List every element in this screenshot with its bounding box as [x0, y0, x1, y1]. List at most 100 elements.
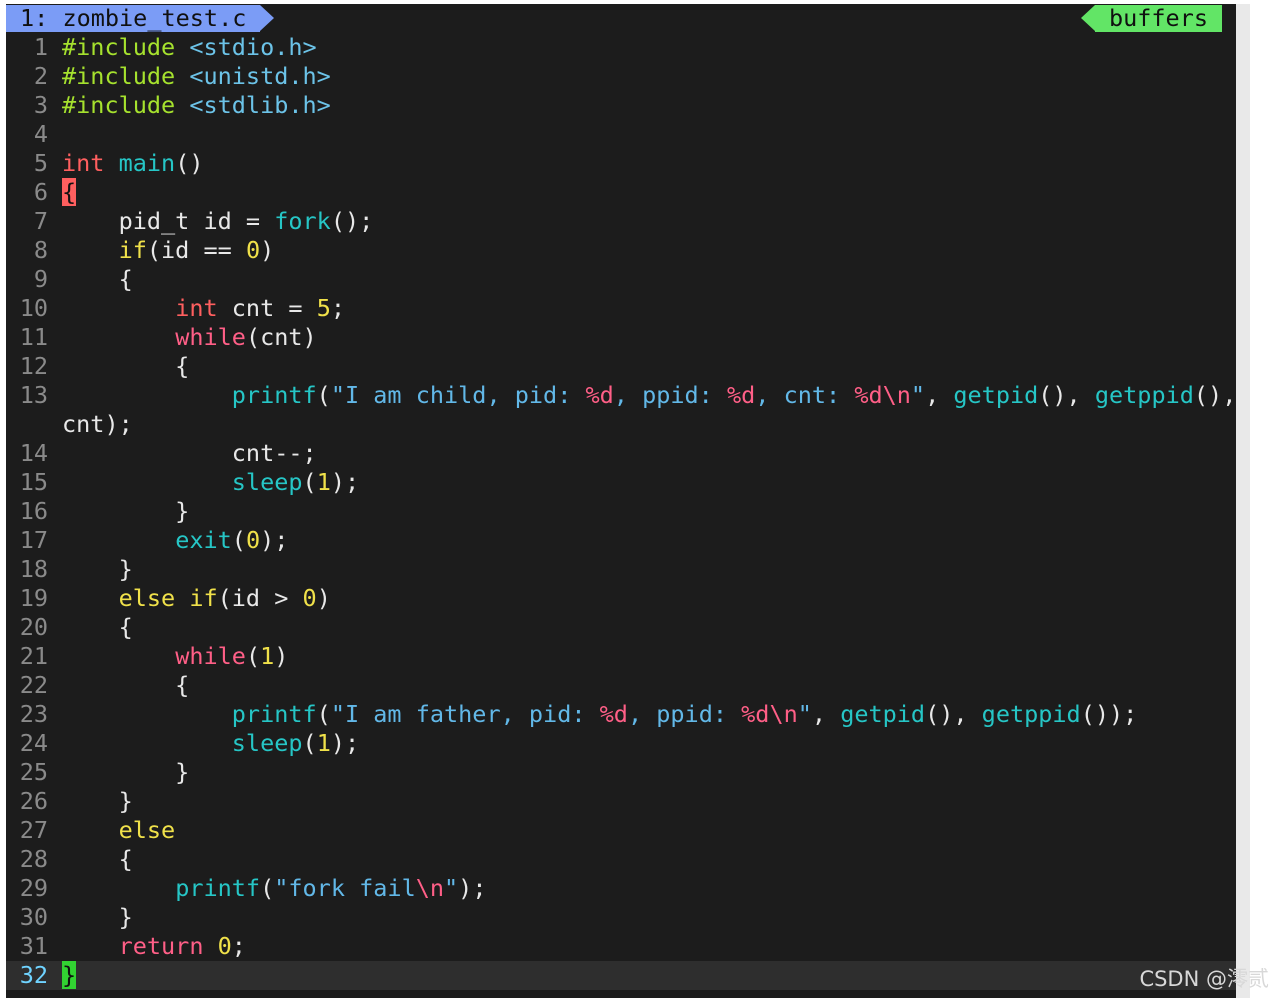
code-token: pid_t id = [62, 207, 275, 235]
code-token: () [175, 149, 204, 177]
line-number: 1 [33, 33, 48, 61]
line-source: if(id == 0) [48, 236, 275, 265]
line-number: 6 [33, 178, 48, 206]
code-line[interactable]: 29 printf("fork fail\n"); [6, 874, 1236, 903]
tab-zombie-test-c[interactable]: 1: zombie_test.c [6, 5, 275, 32]
code-line[interactable]: 24 sleep(1); [6, 729, 1236, 758]
code-line[interactable]: 16 } [6, 497, 1236, 526]
code-token: { [62, 178, 77, 206]
code-token: getppid [981, 700, 1081, 728]
code-line[interactable]: 7 pid_t id = fork(); [6, 207, 1236, 236]
code-token: exit [175, 526, 232, 554]
code-line[interactable]: 12 { [6, 352, 1236, 381]
line-number: 23 [19, 700, 48, 728]
code-token: 0 [302, 584, 317, 612]
code-line[interactable]: 13 printf("I am child, pid: %d, ppid: %d… [6, 381, 1236, 410]
line-source: { [48, 352, 189, 381]
line-number: 7 [33, 207, 48, 235]
line-number: 19 [19, 584, 48, 612]
code-token: 1 [260, 642, 275, 670]
code-line[interactable]: 18 } [6, 555, 1236, 584]
code-token: while [175, 323, 246, 351]
code-line[interactable]: 25 } [6, 758, 1236, 787]
code-line[interactable]: 11 while(cnt) [6, 323, 1236, 352]
code-line[interactable]: 9 { [6, 265, 1236, 294]
buffers-indicator: buffers [1080, 5, 1222, 32]
code-line[interactable]: 8 if(id == 0) [6, 236, 1236, 265]
code-token: } [62, 903, 133, 931]
code-token: { [62, 265, 133, 293]
code-line[interactable]: 4 [6, 120, 1236, 149]
code-line[interactable]: 5 int main() [6, 149, 1236, 178]
vim-tabline: 1: zombie_test.c buffers [6, 4, 1236, 33]
code-line[interactable]: 15 sleep(1); [6, 468, 1236, 497]
code-token: ( [260, 874, 275, 902]
line-number: 17 [19, 526, 48, 554]
code-token: 5 [316, 294, 331, 322]
code-token: "fork fail [274, 874, 416, 902]
code-line[interactable]: 2 #include <unistd.h> [6, 62, 1236, 91]
code-token: <unistd.h> [189, 62, 331, 90]
code-token: \n [882, 381, 911, 409]
line-number: 26 [19, 787, 48, 815]
code-token: #include [62, 33, 176, 61]
code-token: , cnt: [755, 381, 855, 409]
line-number: 12 [19, 352, 48, 380]
code-line[interactable]: 22 { [6, 671, 1236, 700]
line-number: 3 [33, 91, 48, 119]
line-source: } [48, 758, 189, 787]
code-line-wrap-continuation[interactable]: cnt); [6, 410, 1236, 439]
code-line[interactable]: 19 else if(id > 0) [6, 584, 1236, 613]
current-code-line[interactable]: 32} [6, 961, 1236, 990]
code-line[interactable]: 21 while(1) [6, 642, 1236, 671]
code-token: (), [1193, 381, 1236, 409]
code-line[interactable]: 10 int cnt = 5; [6, 294, 1236, 323]
line-source: } [48, 555, 133, 584]
code-token: \n [415, 874, 445, 902]
line-source: printf("I am father, pid: %d, ppid: %d\n… [48, 700, 1138, 729]
line-source: { [48, 613, 133, 642]
vim-editor-window[interactable]: 1: zombie_test.c buffers 1 #include <stdi… [6, 4, 1236, 998]
code-token: ()); [1080, 700, 1138, 728]
line-number: 21 [19, 642, 48, 670]
code-token: } [62, 787, 133, 815]
code-line[interactable]: 3 #include <stdlib.h> [6, 91, 1236, 120]
code-line[interactable]: 30 } [6, 903, 1236, 932]
line-source: } [48, 787, 133, 816]
code-line[interactable]: 17 exit(0); [6, 526, 1236, 555]
line-number: 5 [33, 149, 48, 177]
code-token: ); [260, 526, 289, 554]
code-token: (); [330, 207, 374, 235]
line-source: cnt--; [48, 439, 317, 468]
line-number: 32 [19, 961, 48, 989]
line-source: #include <stdlib.h> [48, 91, 331, 120]
code-line[interactable]: 26 } [6, 787, 1236, 816]
code-line[interactable]: 1 #include <stdio.h> [6, 33, 1236, 62]
code-token: ); [330, 729, 360, 757]
line-source: return 0; [48, 932, 246, 961]
code-token: ); [458, 874, 487, 902]
code-line[interactable]: 6{ [6, 178, 1236, 207]
code-token: " [797, 700, 812, 728]
line-source: while(cnt) [48, 323, 317, 352]
line-number: 2 [33, 62, 48, 90]
line-number: 13 [19, 381, 48, 409]
code-line[interactable]: 27 else [6, 816, 1236, 845]
code-area[interactable]: 1 #include <stdio.h> 2 #include <unistd.h> 3… [6, 33, 1236, 990]
code-line[interactable]: 14 cnt--; [6, 439, 1236, 468]
code-line[interactable]: 20 { [6, 613, 1236, 642]
line-source: } [48, 497, 189, 526]
code-token: ( [302, 729, 317, 757]
line-source: while(1) [48, 642, 288, 671]
code-line[interactable]: 28 { [6, 845, 1236, 874]
code-line[interactable]: 23 printf("I am father, pid: %d, ppid: %… [6, 700, 1236, 729]
code-line[interactable]: 31 return 0; [6, 932, 1236, 961]
code-token: int [62, 149, 105, 177]
line-number: 31 [19, 932, 48, 960]
